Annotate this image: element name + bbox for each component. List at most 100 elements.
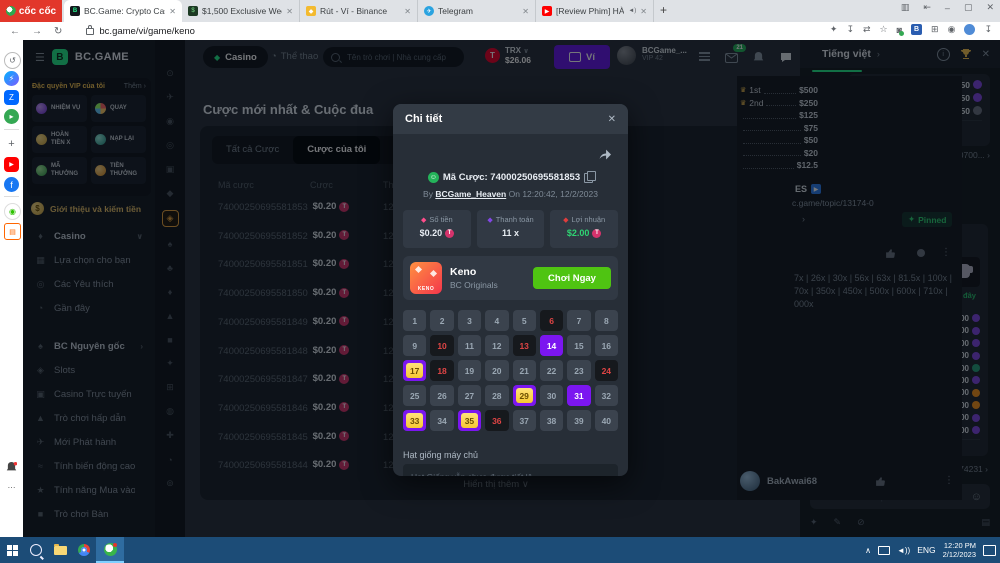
browser-tab[interactable]: ◆ Rút - Ví - Binance ◄) ✕ <box>300 0 418 22</box>
keno-cell: 1 <box>403 310 426 331</box>
facebook-icon[interactable]: f <box>4 177 19 192</box>
share-icon[interactable] <box>598 148 612 160</box>
tray-expand-icon[interactable]: ∧ <box>865 546 871 555</box>
maximize-button[interactable]: ▢ <box>964 2 973 13</box>
server-seed-field[interactable]: Hạt Giống vẫn chưa được tiết lộ <box>403 464 618 476</box>
author-link[interactable]: BCGame_Heaven <box>435 189 506 199</box>
back-tab-icon[interactable]: ⇤ <box>923 2 931 13</box>
reader-panel-icon[interactable]: ▥ <box>901 2 910 13</box>
stat-label: Số tiền <box>429 215 452 224</box>
keno-cell: 26 <box>430 385 453 406</box>
keno-cell: 9 <box>403 335 426 356</box>
browser-tab[interactable]: $ $1,500 Exclusive Weekend K ◄) ✕ <box>182 0 300 22</box>
tab-audio-icon[interactable]: ◄) <box>628 8 636 14</box>
bet-id-value: 74000250695581853 <box>490 172 580 183</box>
keno-cell: 25 <box>403 385 426 406</box>
messenger-icon[interactable]: ⚡ <box>4 71 19 86</box>
tab-title: $1,500 Exclusive Weekend K <box>202 6 282 16</box>
reload-button[interactable]: ↻ <box>54 26 62 37</box>
file-explorer-icon[interactable] <box>48 537 72 563</box>
window-controls: ▥ ⇤ – ▢ ✕ <box>901 2 994 13</box>
keno-cell: 37 <box>513 410 536 431</box>
stat-icon: ◆ <box>563 216 568 224</box>
divider <box>4 196 19 197</box>
coccoc-taskbar-icon[interactable] <box>96 537 124 563</box>
browser-tab[interactable]: B BC.Game: Crypto Casino Gam ◄) ✕ <box>64 0 182 22</box>
bet-details-modal: Chi tiết ✕ ☺ Mã Cược: 74000250695581853 … <box>393 104 628 476</box>
keno-cell: 38 <box>540 410 563 431</box>
keno-cell: 22 <box>540 360 563 381</box>
start-button[interactable] <box>0 537 24 563</box>
extension-icon[interactable]: ⊞ <box>931 24 939 35</box>
browser-tab[interactable]: ▶ [Review Phim] HÀO QUA ◄) ✕ <box>536 0 654 22</box>
more-icon[interactable]: ⋯ <box>4 480 19 495</box>
keno-cell: 6 <box>540 310 563 331</box>
keno-cell: 35 <box>458 410 481 431</box>
copy-icon[interactable] <box>584 173 593 183</box>
keno-cell: 23 <box>567 360 590 381</box>
clock[interactable]: 12:20 PM 2/12/2023 <box>943 541 976 560</box>
history-icon[interactable]: ↺ <box>4 52 21 69</box>
tab-favicon: B <box>70 6 80 16</box>
cart-icon[interactable]: ▤ <box>4 223 21 240</box>
play-now-button[interactable]: Chơi Ngay <box>533 267 611 289</box>
extension-icon[interactable]: ⇄ <box>863 24 871 35</box>
add-shortcut-icon[interactable]: + <box>4 136 19 151</box>
extension-icons: ✦ ↧ ⇄ ☆ ◙ B ⊞ ◉ ↧ <box>830 24 992 35</box>
chat-app-icon[interactable]: ◉ <box>4 203 21 220</box>
keno-cell: 18 <box>430 360 453 381</box>
tab-close-icon[interactable]: ✕ <box>169 7 176 16</box>
tab-close-icon[interactable]: ✕ <box>404 7 411 16</box>
keno-cell: 15 <box>567 335 590 356</box>
extension-icon[interactable]: ↧ <box>846 24 854 35</box>
tab-close-icon[interactable]: ✕ <box>522 7 529 16</box>
extension-icon[interactable]: B <box>911 24 922 35</box>
server-seed-label: Hạt giống máy chủ <box>403 450 478 460</box>
keno-cell: 21 <box>513 360 536 381</box>
games-icon[interactable]: ▸ <box>4 109 19 124</box>
keno-cell: 40 <box>595 410 618 431</box>
lock-icon[interactable] <box>86 28 94 35</box>
stat-icon: ◆ <box>421 216 426 224</box>
extension-icon[interactable]: ☆ <box>880 24 888 35</box>
tab-close-icon[interactable]: ✕ <box>640 7 647 16</box>
extension-icon[interactable]: ◉ <box>948 24 956 35</box>
browser-tab[interactable]: ✈ Telegram ◄) ✕ <box>418 0 536 22</box>
youtube-icon[interactable]: ▶ <box>4 157 19 172</box>
modal-body: ☺ Mã Cược: 74000250695581853 By BCGame_H… <box>393 134 628 476</box>
extension-icon[interactable]: ↧ <box>984 24 992 35</box>
extension-icon[interactable]: ✦ <box>830 24 838 35</box>
coccoc-brand-label: cốc cốc <box>19 6 56 17</box>
tray-date: 2/12/2023 <box>943 550 976 559</box>
modal-title: Chi tiết <box>405 113 442 125</box>
new-tab-button[interactable]: + <box>660 3 667 17</box>
keno-cell: 34 <box>430 410 453 431</box>
coccoc-brand[interactable]: cốc cốc <box>0 0 62 22</box>
keno-cell: 11 <box>458 335 481 356</box>
keno-cell: 33 <box>403 410 426 431</box>
forward-button[interactable]: → <box>32 26 42 37</box>
close-modal-icon[interactable]: ✕ <box>608 114 616 125</box>
language-indicator[interactable]: ENG <box>917 545 935 555</box>
zalo-icon[interactable]: Z <box>4 90 19 105</box>
minimize-button[interactable]: – <box>945 3 950 13</box>
url-text[interactable]: bc.game/vi/game/keno <box>99 26 195 37</box>
close-window-button[interactable]: ✕ <box>986 2 994 13</box>
network-icon[interactable] <box>878 546 890 555</box>
stat-label: Thanh toán <box>496 215 534 224</box>
keno-game-icon[interactable]: KENO <box>410 262 442 294</box>
game-card: KENO Keno BC Originals Chơi Ngay <box>403 256 618 300</box>
notification-bell-icon[interactable] <box>4 460 19 475</box>
tab-close-icon[interactable]: ✕ <box>286 7 293 16</box>
keno-cell: 7 <box>567 310 590 331</box>
tab-favicon: $ <box>188 6 198 16</box>
chrome-icon[interactable] <box>72 537 96 563</box>
back-button[interactable]: ← <box>10 26 20 37</box>
taskbar-search-icon[interactable] <box>24 537 48 563</box>
keno-cell: 8 <box>595 310 618 331</box>
extension-icon[interactable]: ◙ <box>897 25 902 35</box>
action-center-icon[interactable] <box>983 545 996 556</box>
volume-icon[interactable]: ◄)) <box>897 546 910 555</box>
extension-icon[interactable] <box>964 24 975 35</box>
stat-card: ◆Số tiền $0.20T <box>403 210 471 248</box>
